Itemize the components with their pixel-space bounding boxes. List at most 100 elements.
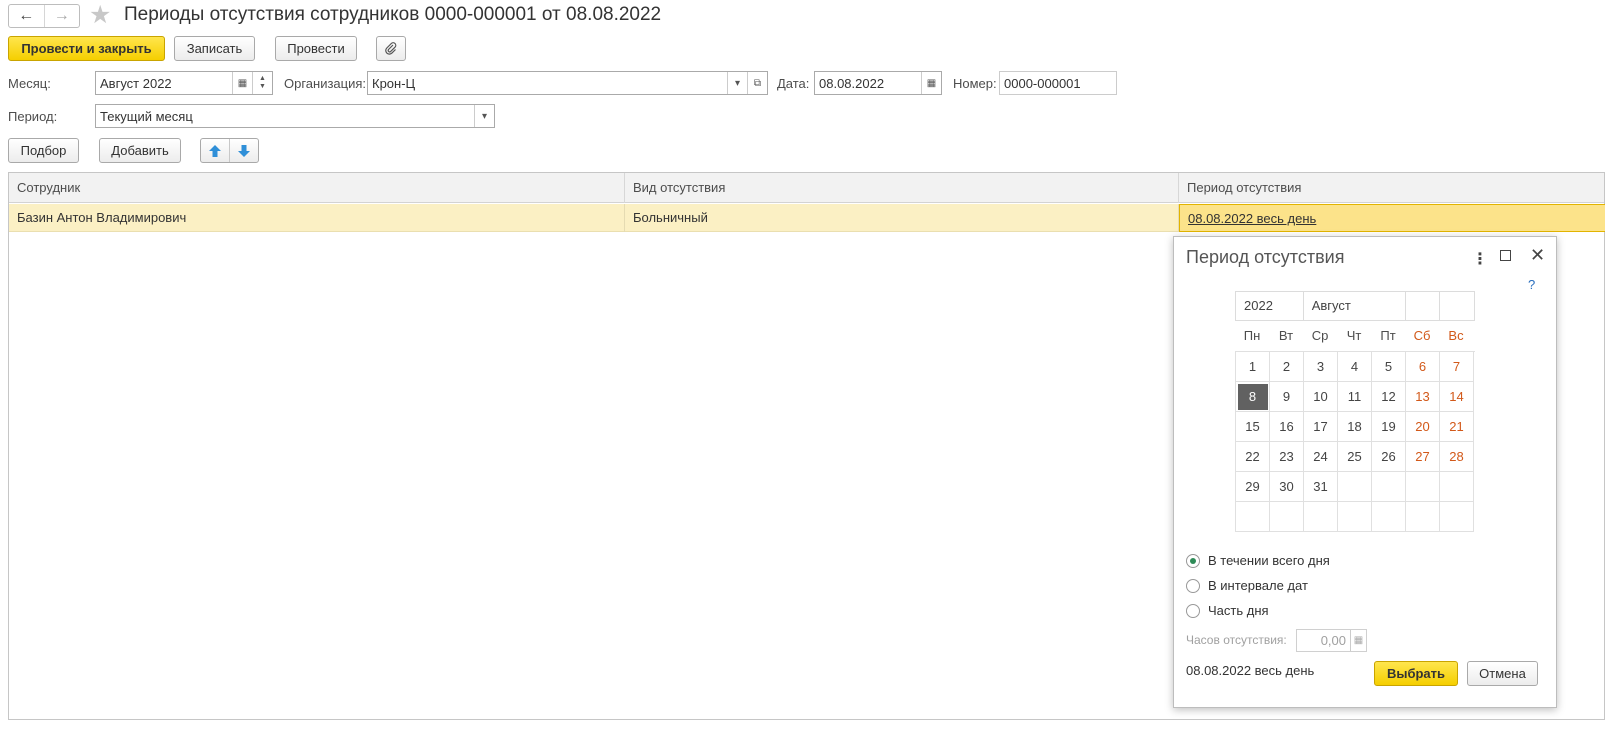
month-field[interactable]: Август 2022 ▦ ▲ ▼ [95, 71, 273, 95]
organization-label: Организация: [284, 76, 367, 91]
move-down-button[interactable] [230, 139, 258, 162]
favorite-star-icon[interactable]: ★ [89, 2, 111, 28]
calendar-day-number: 13 [1415, 389, 1430, 404]
page-title: Периоды отсутствия сотрудников 0000-0000… [124, 4, 662, 25]
table-row[interactable]: Базин Антон Владимирович Больничный 08.0… [9, 204, 1605, 232]
calendar-day-number: 1 [1248, 359, 1257, 374]
calendar-day[interactable]: 19 [1372, 412, 1406, 442]
calendar-day[interactable]: 17 [1304, 412, 1338, 442]
column-employee[interactable]: Сотрудник [9, 173, 625, 203]
absence-type-cell[interactable]: Больничный [625, 204, 1179, 232]
calendar-day-number: 12 [1381, 389, 1396, 404]
option-date-range-label: В интервале дат [1208, 578, 1308, 593]
maximize-icon[interactable] [1500, 250, 1511, 261]
radio-part-day[interactable] [1186, 603, 1200, 618]
calculator-icon[interactable]: ▦ [1350, 630, 1366, 651]
select-button[interactable]: Выбрать [1374, 661, 1458, 686]
calendar-day-number: 3 [1316, 359, 1325, 374]
option-part-day[interactable]: Часть дня [1186, 603, 1269, 618]
calendar-day[interactable]: 3 [1304, 352, 1338, 382]
calendar-day[interactable]: 6 [1406, 352, 1440, 382]
chevron-down-icon[interactable]: ▾ [727, 72, 747, 94]
calendar-day[interactable]: 23 [1270, 442, 1304, 472]
calendar-day-number: 14 [1449, 389, 1464, 404]
column-absence-period[interactable]: Период отсутствия [1179, 173, 1605, 203]
number-field[interactable]: 0000-000001 [999, 71, 1117, 95]
calendar-day[interactable]: 8 [1236, 382, 1270, 412]
calendar-day[interactable]: 7 [1440, 352, 1474, 382]
pick-button[interactable]: Подбор [8, 138, 79, 163]
close-icon[interactable]: ✕ [1530, 245, 1545, 266]
calendar-day[interactable]: 28 [1440, 442, 1474, 472]
calendar-day[interactable]: 27 [1406, 442, 1440, 472]
calendar-day[interactable]: 13 [1406, 382, 1440, 412]
save-button[interactable]: Записать [174, 36, 255, 61]
calendar-day[interactable]: 5 [1372, 352, 1406, 382]
radio-date-range[interactable] [1186, 578, 1200, 593]
calendar-day[interactable]: 30 [1270, 472, 1304, 502]
date-field[interactable]: 08.08.2022 ▦ [814, 71, 942, 95]
calendar-day[interactable]: 20 [1406, 412, 1440, 442]
chevron-down-icon[interactable]: ▾ [474, 105, 494, 127]
calendar-day[interactable]: 22 [1236, 442, 1270, 472]
calendar-month[interactable]: Август [1304, 292, 1407, 320]
calendar-day[interactable]: 31 [1304, 472, 1338, 502]
calendar-day[interactable]: 1 [1236, 352, 1270, 382]
calendar-day[interactable]: 2 [1270, 352, 1304, 382]
calendar-year[interactable]: 2022 [1236, 292, 1304, 320]
calendar-day[interactable]: 26 [1372, 442, 1406, 472]
calendar-day-number: 15 [1245, 419, 1260, 434]
post-button[interactable]: Провести [275, 36, 357, 61]
spinner-icon[interactable]: ▲ ▼ [252, 72, 272, 94]
calendar-day[interactable]: 12 [1372, 382, 1406, 412]
calendar-day-number: 27 [1415, 449, 1430, 464]
calendar-day-number: 30 [1279, 479, 1294, 494]
calendar-empty-cell [1338, 502, 1372, 532]
calendar-empty-cell [1372, 472, 1406, 502]
calendar-icon[interactable]: ▦ [921, 72, 941, 94]
calendar-day[interactable]: 29 [1236, 472, 1270, 502]
back-arrow-icon[interactable]: ← [9, 5, 44, 27]
calendar-day[interactable]: 16 [1270, 412, 1304, 442]
calendar-day[interactable]: 21 [1440, 412, 1474, 442]
absence-period-cell[interactable]: 08.08.2022 весь день [1179, 204, 1605, 232]
calendar-day[interactable]: 15 [1236, 412, 1270, 442]
more-icon[interactable]: ⋮ [1472, 249, 1488, 269]
radio-whole-day[interactable] [1186, 553, 1200, 568]
calendar-icon[interactable]: ▦ [232, 72, 252, 94]
cancel-button[interactable]: Отмена [1467, 661, 1538, 686]
calendar-day-number: 28 [1449, 449, 1464, 464]
open-form-icon[interactable]: ⧉ [747, 72, 767, 94]
calendar-day[interactable]: 11 [1338, 382, 1372, 412]
forward-arrow-icon[interactable]: → [43, 5, 80, 27]
calendar-day[interactable]: 24 [1304, 442, 1338, 472]
help-icon[interactable]: ? [1528, 277, 1535, 292]
calendar-day[interactable]: 25 [1338, 442, 1372, 472]
calendar-day[interactable]: 10 [1304, 382, 1338, 412]
organization-field[interactable]: Крон-Ц ▾ ⧉ [367, 71, 768, 95]
option-whole-day[interactable]: В течении всего дня [1186, 553, 1330, 568]
calendar-day-number: 16 [1279, 419, 1294, 434]
calendar-day-number: 25 [1347, 449, 1362, 464]
calendar-day[interactable]: 9 [1270, 382, 1304, 412]
popup-title: Период отсутствия [1186, 247, 1345, 267]
move-up-button[interactable] [201, 139, 230, 162]
month-label: Месяц: [8, 76, 51, 91]
weekday-label: Вс [1448, 328, 1464, 343]
add-button[interactable]: Добавить [99, 138, 181, 163]
calendar-day[interactable]: 18 [1338, 412, 1372, 442]
weekday-row: Пн Вт Ср Чт Пт Сб Вс [1235, 321, 1475, 351]
employee-cell[interactable]: Базин Антон Владимирович [9, 204, 625, 232]
calendar-day[interactable]: 14 [1440, 382, 1474, 412]
calendar-header-spacer [1406, 292, 1441, 320]
calendar-day-number: 11 [1347, 389, 1362, 404]
column-absence-type[interactable]: Вид отсутствия [625, 173, 1179, 203]
option-date-range[interactable]: В интервале дат [1186, 578, 1308, 593]
post-and-close-button[interactable]: Провести и закрыть [8, 36, 165, 61]
weekday-label: Ср [1311, 328, 1329, 343]
nav-buttons: ← → [8, 4, 80, 28]
period-select[interactable]: Текущий месяц ▾ [95, 104, 495, 128]
attach-button[interactable] [376, 36, 406, 61]
calendar-day[interactable]: 4 [1338, 352, 1372, 382]
hours-field[interactable]: 0,00 ▦ [1296, 629, 1367, 652]
